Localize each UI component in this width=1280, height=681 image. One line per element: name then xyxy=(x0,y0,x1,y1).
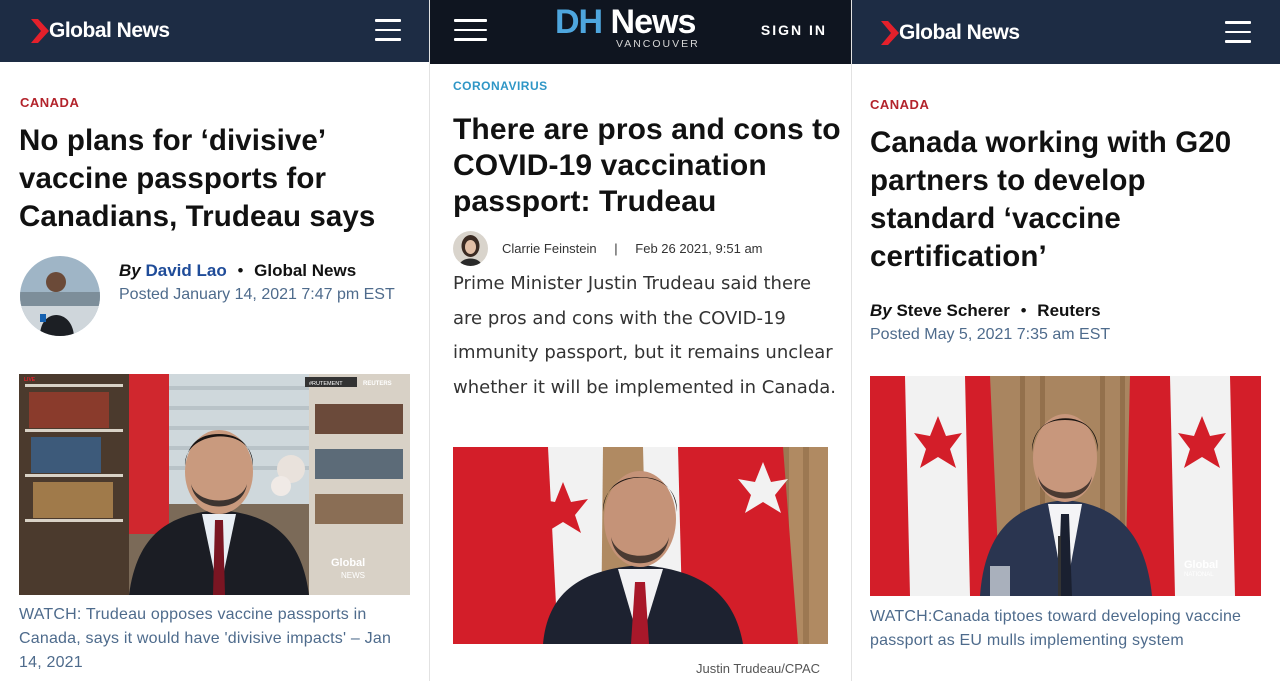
meta-separator: | xyxy=(614,241,618,256)
article-panel-global-news-2: Global News CANADA Canada working with G… xyxy=(852,0,1280,681)
source-name: Reuters xyxy=(1037,301,1101,320)
byline: By Steve Scherer • Reuters xyxy=(870,301,1101,321)
video-caption[interactable]: WATCH: Trudeau opposes vaccine passports… xyxy=(19,603,414,675)
dh-news-logo[interactable]: DH News xyxy=(555,3,697,42)
article-video-thumbnail[interactable]: Global NATIONAL xyxy=(870,376,1261,596)
photo-credit: Justin Trudeau/CPAC xyxy=(696,661,821,676)
menu-icon[interactable] xyxy=(1225,21,1251,43)
article-headline: Canada working with G20 partners to deve… xyxy=(870,126,1232,273)
chevron-right-icon xyxy=(881,21,899,45)
article-meta: Clarrie Feinstein | Feb 26 2021, 9:51 am xyxy=(502,241,763,256)
byline-separator: • xyxy=(237,261,244,280)
source-name: Global News xyxy=(254,261,357,280)
byline-separator: • xyxy=(1020,301,1027,320)
section-kicker[interactable]: CORONAVIRUS xyxy=(453,79,548,93)
by-label: By xyxy=(870,301,892,320)
svg-text:LIVE: LIVE xyxy=(24,377,36,383)
logo-text: Global News xyxy=(899,21,1020,44)
publish-date: Feb 26 2021, 9:51 am xyxy=(635,241,763,256)
site-header: Global News xyxy=(0,0,429,62)
sign-in-button[interactable]: SIGN IN xyxy=(761,22,827,38)
author-avatar xyxy=(20,256,100,336)
article-panel-dh-news: DH News VANCOUVER SIGN IN CORONAVIRUS Th… xyxy=(430,0,851,681)
watermark-bottom: NEWS xyxy=(341,571,365,580)
article-headline: No plans for ‘divisive’ vaccine passport… xyxy=(19,124,376,233)
posted-date: Posted January 14, 2021 7:47 pm EST xyxy=(119,286,395,303)
article-video-thumbnail[interactable]: LIVE #RUTEMENT REUTERS Global NEWS xyxy=(19,374,410,595)
photo-tag-left: #RUTEMENT xyxy=(309,381,343,387)
video-caption[interactable]: WATCH:Canada tiptoes toward developing v… xyxy=(870,605,1270,653)
watermark-bottom: NATIONAL xyxy=(1184,572,1214,578)
byline: By David Lao • Global News xyxy=(119,261,356,281)
by-label: By xyxy=(119,261,141,280)
logo-dh: DH xyxy=(555,3,603,41)
author-name[interactable]: Clarrie Feinstein xyxy=(502,241,597,256)
logo-text: Global News xyxy=(49,19,170,42)
posted-date: Posted May 5, 2021 7:35 am EST xyxy=(870,326,1111,343)
global-news-logo[interactable]: Global News xyxy=(30,16,170,46)
author-name[interactable]: Steve Scherer xyxy=(896,301,1009,320)
article-photo[interactable] xyxy=(453,447,828,644)
menu-icon[interactable] xyxy=(454,19,487,41)
photo-tag-right: REUTERS xyxy=(363,381,392,387)
site-header: Global News xyxy=(852,0,1280,64)
article-panel-global-news-1: Global News CANADA No plans for ‘divisiv… xyxy=(0,0,429,681)
article-headline: There are pros and cons to COVID-19 vacc… xyxy=(453,113,841,218)
author-avatar xyxy=(453,231,488,266)
author-link[interactable]: David Lao xyxy=(145,261,226,280)
chevron-right-icon xyxy=(31,19,49,43)
logo-news: News xyxy=(602,3,697,41)
section-kicker[interactable]: CANADA xyxy=(20,95,79,110)
logo-subtitle: VANCOUVER xyxy=(616,38,700,50)
article-lead: Prime Minister Justin Trudeau said there… xyxy=(453,273,836,399)
section-kicker[interactable]: CANADA xyxy=(870,97,929,112)
watermark-top: Global xyxy=(331,557,365,569)
global-news-logo[interactable]: Global News xyxy=(880,18,1020,48)
menu-icon[interactable] xyxy=(375,19,401,41)
site-header: DH News VANCOUVER SIGN IN xyxy=(430,0,851,64)
watermark-top: Global xyxy=(1184,559,1218,571)
